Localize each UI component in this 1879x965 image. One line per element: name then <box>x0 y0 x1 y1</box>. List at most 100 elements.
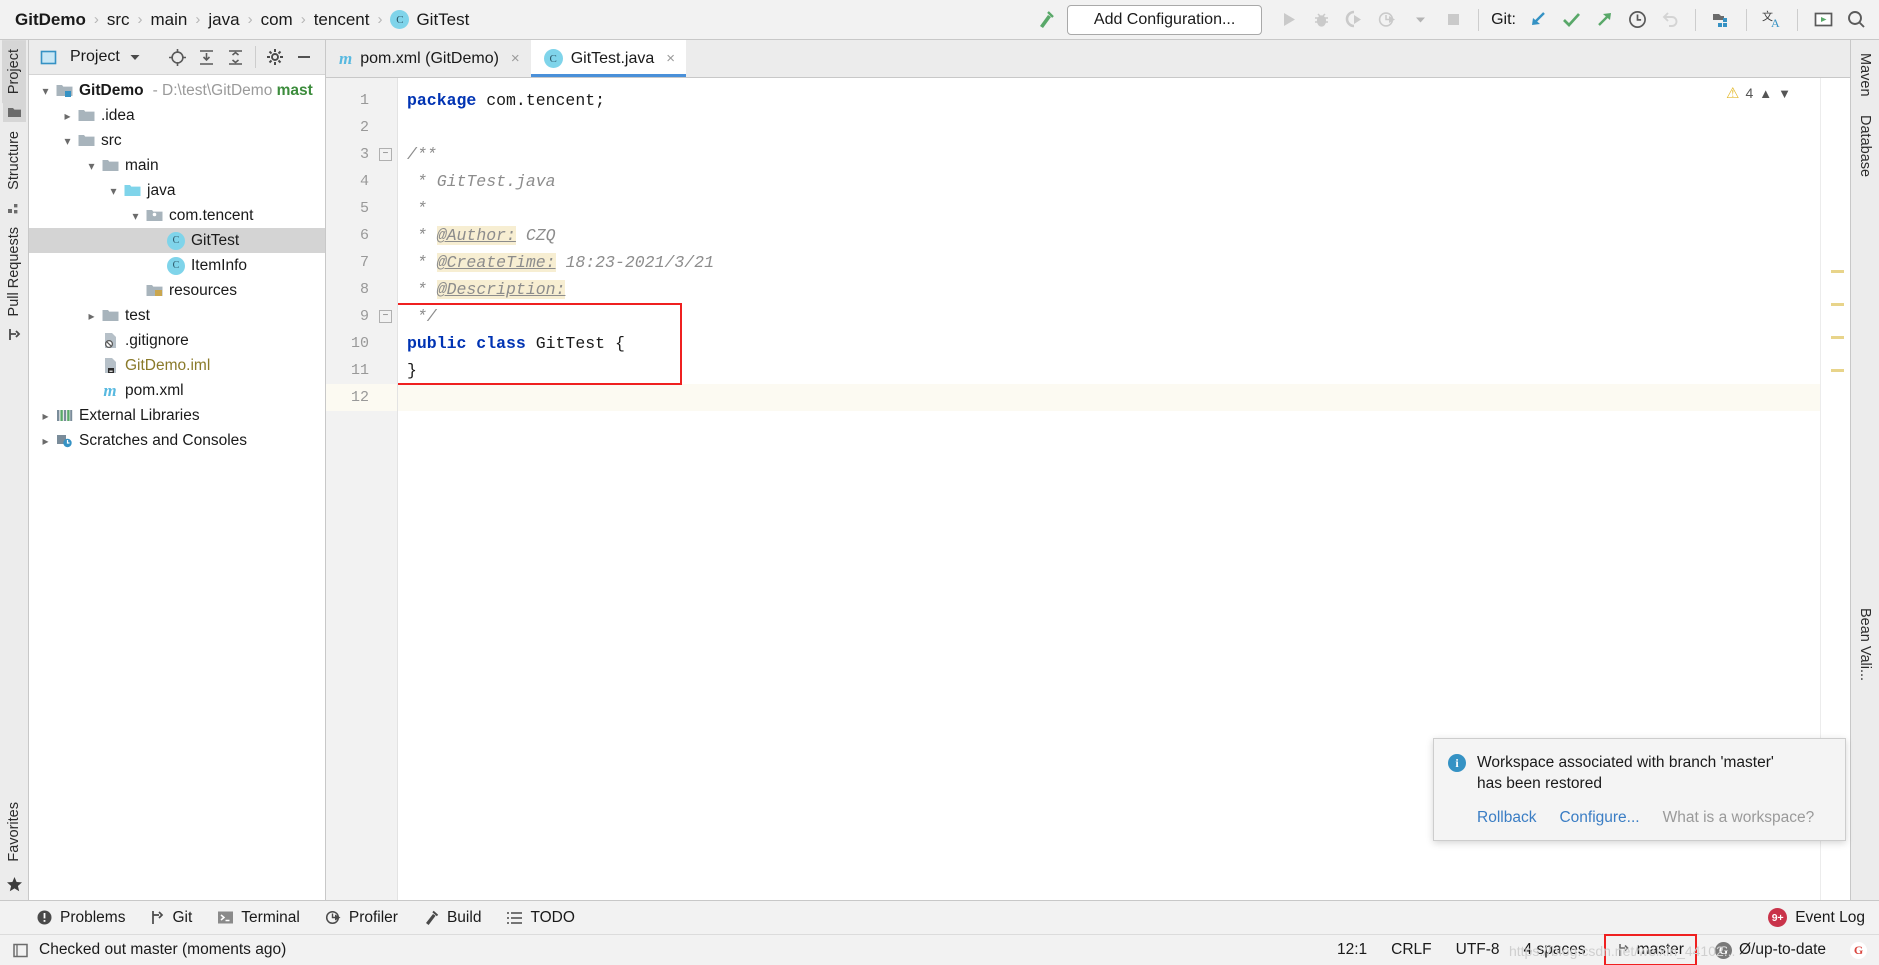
chevron-down-icon[interactable]: ▾ <box>83 157 100 174</box>
chevron-right-icon[interactable]: ▸ <box>37 432 54 449</box>
marker-stripe-warning[interactable] <box>1831 336 1844 339</box>
file-encoding[interactable]: UTF-8 <box>1456 941 1500 959</box>
chevron-down-icon[interactable]: ▾ <box>37 82 54 99</box>
line-separator[interactable]: CRLF <box>1391 941 1431 959</box>
profile-icon[interactable] <box>1372 5 1402 35</box>
tree-node-pom-xml[interactable]: m pom.xml <box>29 378 325 403</box>
class-icon: C <box>166 256 186 275</box>
chevron-down-icon[interactable] <box>122 44 149 71</box>
google-icon[interactable]: G <box>1850 941 1867 959</box>
gear-icon[interactable] <box>262 44 289 71</box>
tool-window-todo[interactable]: TODO <box>506 909 575 927</box>
notification-balloon[interactable]: i Workspace associated with branch 'mast… <box>1433 738 1846 841</box>
tree-node-iteminfo[interactable]: C ItemInfo <box>29 253 325 278</box>
search-everywhere-icon[interactable] <box>1706 5 1736 35</box>
marker-stripe-warning[interactable] <box>1831 369 1844 372</box>
tool-window-profiler[interactable]: Profiler <box>325 909 398 927</box>
tree-node-resources[interactable]: resources <box>29 278 325 303</box>
editor-tab-pom-xml[interactable]: m pom.xml (GitDemo) × <box>326 40 531 77</box>
tool-window-build[interactable]: Build <box>423 909 481 927</box>
translate-icon[interactable]: 文A <box>1757 5 1787 35</box>
tree-node-src[interactable]: ▾ src <box>29 128 325 153</box>
tree-node-gitignore[interactable]: .gitignore <box>29 328 325 353</box>
chevron-down-icon[interactable]: ▾ <box>59 132 76 149</box>
gitignore-file-icon <box>100 332 120 350</box>
structure-icon[interactable] <box>3 199 26 218</box>
sidebar-item-bean-validation[interactable]: Bean Vali... <box>1853 599 1877 690</box>
fold-open-icon[interactable]: − <box>379 148 392 161</box>
dropdown-icon[interactable] <box>1405 5 1435 35</box>
chevron-down-icon[interactable]: ▾ <box>105 182 122 199</box>
tree-node-scratches[interactable]: ▸ Scratches and Consoles <box>29 428 325 453</box>
expand-all-icon[interactable] <box>193 44 220 71</box>
tree-node-external-libraries[interactable]: ▸ External Libraries <box>29 403 325 428</box>
tree-node-java[interactable]: ▾ java <box>29 178 325 203</box>
presentation-icon[interactable] <box>1808 5 1838 35</box>
breadcrumb-item-gitdemo[interactable]: GitDemo <box>14 0 87 39</box>
fold-close-icon[interactable]: − <box>379 310 392 323</box>
hide-panel-icon[interactable] <box>291 44 318 71</box>
sidebar-item-project[interactable]: Project <box>2 40 26 104</box>
git-commit-icon[interactable] <box>1556 5 1586 35</box>
git-push-icon[interactable] <box>1589 5 1619 35</box>
what-is-a-workspace-link[interactable]: What is a workspace? <box>1663 807 1815 828</box>
marker-stripe-warning[interactable] <box>1831 270 1844 273</box>
run-configuration-selector[interactable]: Add Configuration... <box>1067 4 1263 35</box>
chevron-down-icon[interactable]: ▾ <box>127 207 144 224</box>
breadcrumb-item-com[interactable]: com <box>260 0 294 39</box>
chevron-right-icon[interactable]: ▸ <box>37 407 54 424</box>
tool-window-git[interactable]: Git <box>150 909 192 927</box>
tree-node-test[interactable]: ▸ test <box>29 303 325 328</box>
build-hammer-icon[interactable] <box>1030 5 1060 35</box>
sidebar-item-pull-requests[interactable]: Pull Requests <box>2 218 26 325</box>
breadcrumb-item-main[interactable]: main <box>150 0 189 39</box>
pull-request-icon[interactable] <box>3 325 26 344</box>
breadcrumb-item-gittest[interactable]: C GitTest <box>389 0 470 39</box>
tree-node-gitdemo[interactable]: ▾ GitDemo - D:\test\GitDemo mast <box>29 78 325 103</box>
project-tree[interactable]: ▾ GitDemo - D:\test\GitDemo mast ▸ .idea <box>29 75 325 900</box>
event-log-badge: 9+ <box>1768 908 1788 927</box>
notification-line-1: Workspace associated with branch 'master… <box>1477 754 1774 771</box>
chevron-up-icon[interactable]: ▲ <box>1759 86 1772 101</box>
stop-icon[interactable] <box>1438 5 1468 35</box>
close-icon[interactable]: × <box>666 50 675 67</box>
run-icon[interactable] <box>1273 5 1303 35</box>
chevron-right-icon[interactable]: ▸ <box>83 307 100 324</box>
close-icon[interactable]: × <box>511 50 520 67</box>
run-coverage-icon[interactable] <box>1339 5 1369 35</box>
rollback-link[interactable]: Rollback <box>1477 807 1536 828</box>
git-history-icon[interactable] <box>1622 5 1652 35</box>
locate-icon[interactable] <box>164 44 191 71</box>
search-icon[interactable] <box>1841 5 1871 35</box>
git-rollback-icon[interactable] <box>1655 5 1685 35</box>
tree-node-gittest[interactable]: C GitTest <box>29 228 325 253</box>
star-icon[interactable] <box>6 871 23 896</box>
inspection-widget[interactable]: ⚠ 4 ▲ ▼ <box>1726 84 1791 102</box>
tool-window-problems[interactable]: Problems <box>36 909 125 927</box>
editor-tab-gittest-java[interactable]: C GitTest.java × <box>530 40 687 77</box>
class-icon: C <box>166 231 186 250</box>
collapse-all-icon[interactable] <box>222 44 249 71</box>
tool-window-terminal[interactable]: Terminal <box>217 909 300 927</box>
sidebar-item-database[interactable]: Database <box>1853 106 1877 186</box>
tree-node-idea[interactable]: ▸ .idea <box>29 103 325 128</box>
chevron-down-icon[interactable]: ▼ <box>1778 86 1791 101</box>
sidebar-item-maven[interactable]: Maven <box>1853 44 1877 106</box>
caret-position[interactable]: 12:1 <box>1337 941 1367 959</box>
chevron-right-icon[interactable]: ▸ <box>59 107 76 124</box>
tree-node-com-tencent[interactable]: ▾ com.tencent <box>29 203 325 228</box>
event-log-button[interactable]: 9+ Event Log <box>1768 908 1879 927</box>
breadcrumb-item-tencent[interactable]: tencent <box>313 0 371 39</box>
sidebar-item-favorites[interactable]: Favorites <box>2 793 26 871</box>
project-stripe-icon-slot[interactable] <box>2 103 26 123</box>
breadcrumb-item-java[interactable]: java <box>207 0 240 39</box>
configure-link[interactable]: Configure... <box>1559 807 1639 828</box>
git-update-icon[interactable] <box>1523 5 1553 35</box>
sidebar-item-structure[interactable]: Structure <box>2 122 26 199</box>
editor-gutter[interactable]: 1 2 3 − 4 5 6 7 8 9 − 10 11 12 <box>326 78 398 900</box>
marker-stripe-warning[interactable] <box>1831 303 1844 306</box>
debug-icon[interactable] <box>1306 5 1336 35</box>
breadcrumb-item-src[interactable]: src <box>106 0 131 39</box>
tree-node-gitdemo-iml[interactable]: GitDemo.iml <box>29 353 325 378</box>
tree-node-main[interactable]: ▾ main <box>29 153 325 178</box>
